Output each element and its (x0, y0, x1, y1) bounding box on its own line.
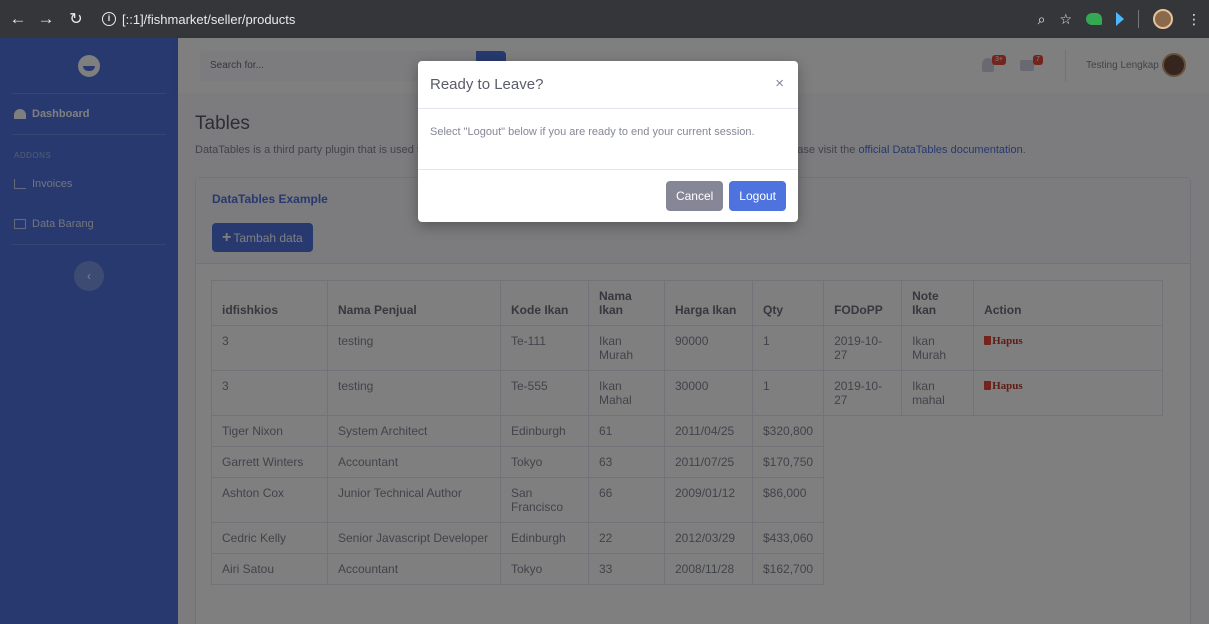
extension-green-icon[interactable] (1086, 13, 1102, 25)
modal-body: Select "Logout" below if you are ready t… (418, 109, 798, 170)
close-icon[interactable]: × (775, 75, 784, 92)
modal-footer: Cancel Logout (418, 170, 798, 222)
cancel-button[interactable]: Cancel (665, 181, 724, 211)
modal-title: Ready to Leave? (430, 76, 544, 93)
back-arrow-icon[interactable]: ← (8, 9, 28, 29)
bookmark-star-icon[interactable]: ☆ (1059, 11, 1072, 28)
browser-toolbar: ← → ↻ i [::1]/fishmarket/seller/products… (0, 0, 1209, 38)
logout-modal: Ready to Leave? × Select "Logout" below … (418, 61, 798, 222)
logout-button[interactable]: Logout (729, 181, 786, 211)
reload-icon[interactable]: ↻ (66, 9, 86, 29)
browser-menu-icon[interactable]: ⋮ (1187, 11, 1201, 28)
toolbar-divider (1138, 10, 1139, 28)
site-info-icon[interactable]: i (102, 12, 116, 26)
zoom-icon[interactable]: ⌕ (1038, 11, 1046, 28)
extension-blue-icon[interactable] (1116, 12, 1124, 26)
address-bar[interactable]: [::1]/fishmarket/seller/products (122, 12, 295, 27)
browser-profile-avatar[interactable] (1153, 9, 1173, 29)
forward-arrow-icon[interactable]: → (36, 9, 56, 29)
modal-header: Ready to Leave? (418, 61, 798, 109)
